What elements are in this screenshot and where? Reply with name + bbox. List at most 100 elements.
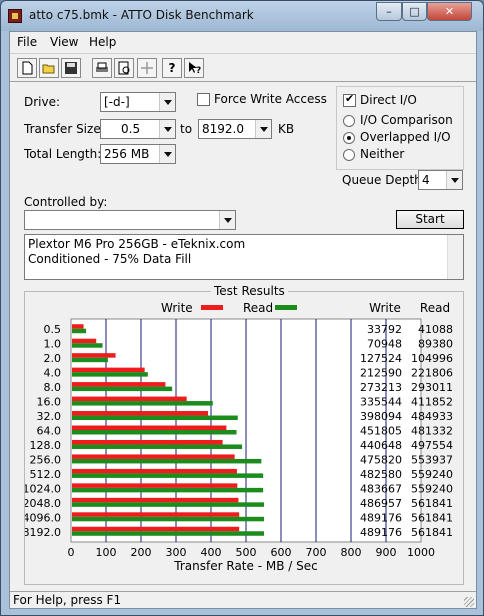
close-icon: ✕ xyxy=(444,5,455,18)
write-bar xyxy=(72,338,97,344)
write-value: 440648 xyxy=(360,439,402,452)
open-button[interactable] xyxy=(39,58,59,78)
drive-select[interactable]: [-d-] xyxy=(100,92,176,112)
total-length-value: 256 MB xyxy=(104,147,150,161)
svg-text:?: ? xyxy=(196,66,201,75)
toolbar: ? ? xyxy=(10,53,476,82)
print-button[interactable] xyxy=(92,58,112,78)
overlapped-io-radio[interactable] xyxy=(343,132,355,144)
y-tick-label: 32.0 xyxy=(37,410,62,423)
write-value: 127524 xyxy=(360,352,402,365)
transfer-to-select[interactable]: 8192.0 xyxy=(198,119,272,139)
read-value: 561841 xyxy=(411,497,453,510)
queue-depth-value: 4 xyxy=(422,173,430,187)
y-tick-label: 1024.0 xyxy=(25,482,61,495)
help-button[interactable]: ? xyxy=(162,58,182,78)
write-bar xyxy=(72,367,145,373)
y-tick-label: 0.5 xyxy=(44,323,62,336)
transfer-from-select[interactable]: 0.5 xyxy=(100,119,176,139)
description-line: Conditioned - 75% Data Fill xyxy=(28,252,192,266)
move-button[interactable] xyxy=(137,58,157,78)
start-button-label: Start xyxy=(415,212,445,226)
write-column-header: Write xyxy=(369,301,401,315)
y-tick-label: 16.0 xyxy=(37,396,62,409)
x-tick-label: 200 xyxy=(131,546,152,559)
read-bar xyxy=(72,531,265,536)
x-tick-label: 300 xyxy=(166,546,187,559)
chevron-down-icon xyxy=(446,171,462,189)
read-value: 104996 xyxy=(411,352,453,365)
x-tick-label: 0 xyxy=(68,546,75,559)
write-value: 33792 xyxy=(367,323,402,336)
read-value: 41088 xyxy=(418,323,453,336)
read-bar xyxy=(72,473,264,478)
close-button[interactable]: ✕ xyxy=(427,2,472,21)
write-value: 483667 xyxy=(360,482,402,495)
start-button[interactable]: Start xyxy=(396,210,464,229)
read-bar xyxy=(72,430,237,435)
window-title: atto c75.bmk - ATTO Disk Benchmark xyxy=(29,8,254,22)
chevron-down-icon xyxy=(219,211,235,229)
print-preview-button[interactable] xyxy=(114,58,134,78)
queue-depth-label: Queue Depth: xyxy=(342,173,426,187)
y-tick-label: 128.0 xyxy=(30,439,62,452)
description-textarea[interactable]: Plextor M6 Pro 256GB - eTeknix.com Condi… xyxy=(24,234,464,280)
atto-app-icon xyxy=(8,9,22,23)
direct-io-checkbox[interactable] xyxy=(343,92,356,107)
read-column-header: Read xyxy=(420,301,450,315)
new-button[interactable] xyxy=(17,58,37,78)
write-bar xyxy=(72,382,166,387)
x-tick-label: 600 xyxy=(271,546,292,559)
legend-write-swatch xyxy=(201,305,223,310)
io-comparison-radio[interactable] xyxy=(343,115,355,127)
read-bar xyxy=(72,516,265,522)
context-help-button[interactable]: ? xyxy=(184,58,204,78)
print-preview-icon xyxy=(118,61,130,75)
y-tick-label: 8.0 xyxy=(44,381,62,394)
read-bar xyxy=(72,343,103,348)
neither-radio[interactable] xyxy=(343,149,355,161)
resize-grip-icon[interactable] xyxy=(464,597,474,607)
queue-depth-select[interactable]: 4 xyxy=(418,170,463,190)
read-value: 481332 xyxy=(411,425,453,438)
menu-file[interactable]: File xyxy=(17,35,37,49)
menu-view[interactable]: View xyxy=(50,35,78,49)
controlled-by-select[interactable] xyxy=(24,210,236,230)
y-tick-label: 2.0 xyxy=(44,352,62,365)
read-bar xyxy=(72,487,264,493)
maximize-button[interactable]: □ xyxy=(402,2,427,21)
write-bar xyxy=(72,483,238,488)
write-value: 273213 xyxy=(360,381,402,394)
title-bar[interactable]: atto c75.bmk - ATTO Disk Benchmark – □ ✕ xyxy=(1,1,483,31)
force-write-checkbox[interactable] xyxy=(197,93,210,106)
read-value: 561841 xyxy=(411,511,453,524)
drive-value: [-d-] xyxy=(104,95,130,109)
context-help-icon: ? xyxy=(189,62,201,75)
transfer-to-value: 8192.0 xyxy=(202,122,244,136)
write-bar xyxy=(72,512,240,517)
total-length-select[interactable]: 256 MB xyxy=(100,144,176,164)
write-bar xyxy=(72,353,116,358)
chevron-down-icon xyxy=(159,145,175,163)
y-tick-label: 256.0 xyxy=(30,453,62,466)
chart-title: Test Results xyxy=(211,284,288,298)
transfer-from-value: 0.5 xyxy=(121,122,141,136)
chevron-down-icon xyxy=(255,120,271,138)
y-tick-label: 512.0 xyxy=(30,468,62,481)
description-scrollbar[interactable] xyxy=(447,235,463,279)
write-bar xyxy=(72,526,240,532)
x-tick-label: 100 xyxy=(96,546,117,559)
total-length-label: Total Length: xyxy=(24,147,102,161)
description-line: Plextor M6 Pro 256GB - eTeknix.com xyxy=(28,237,246,251)
write-value: 70948 xyxy=(367,338,402,351)
open-icon xyxy=(42,64,55,74)
status-text: For Help, press F1 xyxy=(13,593,122,607)
read-bar xyxy=(72,386,173,392)
menu-bar: File View Help xyxy=(10,32,476,52)
save-button[interactable] xyxy=(61,58,81,78)
minimize-button[interactable]: – xyxy=(376,2,402,21)
write-bar xyxy=(72,396,187,402)
benchmark-chart: 0 100 200 300 400 500 600 700 800 900 1000 Transfer… xyxy=(23,301,454,573)
write-value: 489176 xyxy=(360,511,402,524)
menu-help[interactable]: Help xyxy=(89,35,116,49)
